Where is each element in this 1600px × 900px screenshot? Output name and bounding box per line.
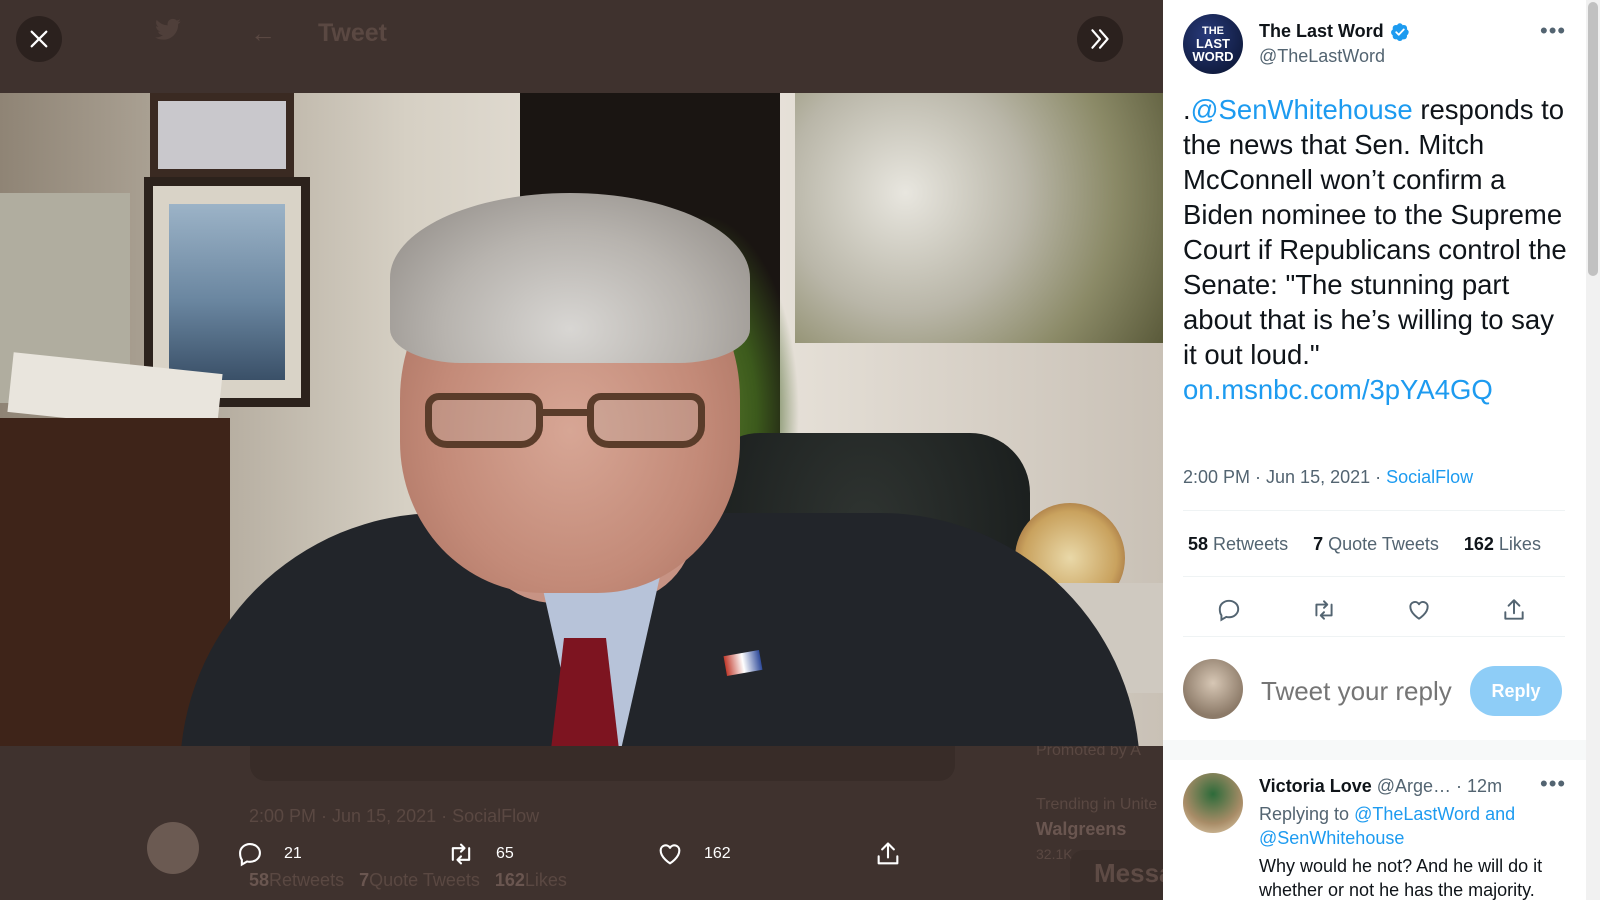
reply-icon (239, 843, 261, 867)
tweet-meta: 2:00 PM · Jun 15, 2021 · SocialFlow (1183, 467, 1473, 488)
tweet-text: .@SenWhitehouse responds to the news tha… (1183, 92, 1568, 407)
reply-submit-button[interactable]: Reply (1470, 666, 1562, 716)
replying-to: Replying to @TheLastWord and @SenWhiteho… (1259, 802, 1559, 850)
retweets-stat[interactable]: 58 Retweets (1188, 534, 1288, 555)
reply-text: Why would he not? And he will do it whet… (1259, 856, 1543, 900)
trending-count: 32.1K (1036, 846, 1073, 862)
more-options-icon[interactable]: ••• (1540, 18, 1566, 44)
retweet-icon (1315, 600, 1333, 620)
messages-drawer: Messa (1070, 850, 1163, 900)
likes-count: 162 (1463, 534, 1494, 554)
painting (795, 93, 1163, 343)
avatar-text-top: THE (1202, 24, 1224, 37)
heart-icon (1409, 601, 1429, 620)
replying-prefix: Replying to (1259, 804, 1355, 824)
share-button[interactable] (1494, 590, 1534, 630)
author-name[interactable]: The Last Word (1259, 21, 1384, 42)
tweet-detail-panel: THE LAST WORD The Last Word @TheLastWord… (1163, 0, 1600, 900)
likes-stat[interactable]: 162 Likes (1464, 534, 1541, 555)
media-retweet-button[interactable]: 65 (446, 840, 514, 868)
close-icon (30, 30, 48, 48)
replying-mention[interactable]: @TheLastWord (1354, 804, 1480, 824)
section-separator (1163, 740, 1586, 760)
reply-author-handle[interactable]: @Arge… (1377, 776, 1451, 796)
share-icon (1504, 599, 1524, 620)
replying-mention[interactable]: @SenWhitehouse (1259, 828, 1404, 848)
back-arrow-icon: ← (250, 18, 276, 48)
replying-and: and (1480, 804, 1516, 824)
tweet-text-body: responds to the news that Sen. Mitch McC… (1183, 94, 1567, 370)
retweets-count: 58 (1188, 534, 1209, 554)
tweet-text-prefix: . (1183, 94, 1191, 125)
quotes-label: Quote Tweets (1328, 534, 1439, 554)
media-reply-button[interactable]: 21 (236, 840, 302, 868)
media-retweet-count: 65 (496, 845, 514, 862)
media-like-count: 162 (704, 845, 731, 862)
media-reply-count: 21 (284, 845, 302, 862)
author-handle[interactable]: @TheLastWord (1259, 46, 1385, 67)
scrollbar[interactable] (1586, 0, 1600, 900)
retweet-button[interactable] (1304, 590, 1344, 630)
reply-time[interactable]: · 12m (1456, 776, 1502, 796)
divider (1183, 576, 1565, 577)
mention-link[interactable]: @SenWhitehouse (1191, 94, 1413, 125)
article-link[interactable]: on.msnbc.com/3pYA4GQ (1183, 374, 1493, 405)
quotes-count: 7 (1313, 534, 1324, 554)
reply-button[interactable] (1209, 590, 1249, 630)
retweet-icon (451, 843, 471, 865)
media-like-button[interactable]: 162 (656, 840, 731, 868)
divider (1183, 510, 1565, 511)
author-name-row[interactable]: The Last Word (1259, 21, 1410, 42)
likes-label: Likes (1498, 534, 1541, 554)
like-button[interactable] (1399, 590, 1439, 630)
trending-header: Trending in Unite (1036, 796, 1158, 813)
twitter-logo-icon (152, 16, 184, 52)
glasses (425, 393, 705, 448)
tweet-source[interactable]: SocialFlow (1386, 467, 1473, 487)
tweet-actions (1183, 590, 1565, 630)
divider (1183, 636, 1565, 637)
reply-header: Victoria Love @Arge… · 12m (1259, 776, 1502, 797)
author-avatar[interactable]: THE LAST WORD (1183, 14, 1243, 74)
avatar (147, 822, 199, 874)
retweets-label: Retweets (1213, 534, 1289, 554)
wall-frame (150, 93, 294, 177)
reply-avatar[interactable] (1183, 773, 1243, 833)
more-options-icon[interactable]: ••• (1540, 771, 1566, 797)
user-avatar[interactable] (1183, 659, 1243, 719)
media-action-bar: 21 65 162 (236, 840, 936, 876)
heart-icon (659, 844, 681, 865)
close-button[interactable] (16, 16, 62, 62)
reply-author-name[interactable]: Victoria Love (1259, 776, 1372, 796)
engagement-stats: 58 Retweets 7 Quote Tweets 162 Likes (1188, 534, 1566, 555)
avatar-text-main: LAST WORD (1192, 35, 1234, 64)
tweet-card: THE LAST WORD The Last Word @TheLastWord… (1163, 0, 1586, 740)
quotes-stat[interactable]: 7 Quote Tweets (1313, 534, 1439, 555)
trending-topic: Walgreens (1036, 819, 1127, 839)
verified-badge-icon (1390, 22, 1409, 41)
tweet-media-image (0, 93, 1163, 746)
scrollbar-thumb[interactable] (1588, 2, 1598, 276)
reply-icon (1218, 599, 1240, 622)
media-share-button[interactable] (874, 840, 902, 868)
share-icon (877, 842, 899, 865)
timestamp: 2:00 PM · Jun 15, 2021 · SocialFlow (249, 806, 540, 826)
tweet-time[interactable]: 2:00 PM · Jun 15, 2021 · (1183, 467, 1386, 487)
reply-input[interactable] (1261, 676, 1461, 707)
double-chevron-right-icon (1091, 29, 1109, 49)
header-title: Tweet (318, 19, 387, 47)
expand-panel-button[interactable] (1077, 16, 1123, 62)
